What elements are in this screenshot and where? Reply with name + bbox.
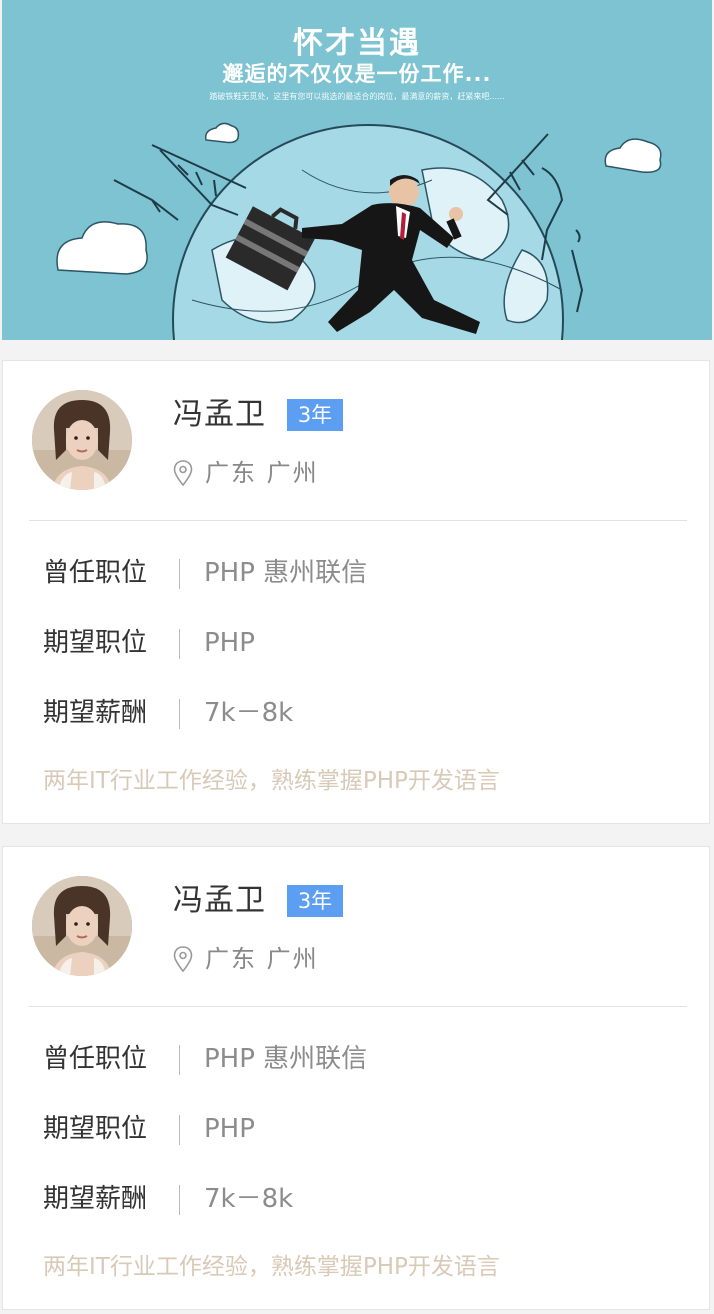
separator xyxy=(179,558,180,589)
card-divider xyxy=(29,520,687,521)
banner-tagline: 踏破铁鞋无觅处，这里有您可以挑选的最适合的岗位，最满意的薪资，赶紧来吧.....… xyxy=(209,92,505,101)
candidate-location: 广东 广州 xyxy=(205,459,319,487)
separator xyxy=(179,628,180,659)
info-row-expected-salary: 期望薪酬 7k－8k xyxy=(43,1179,293,1219)
candidate-card[interactable]: 冯孟卫 3年 广东 广州 曾任职位 PHP 惠州联信 期望职位 PHP 期望薪酬 7k… xyxy=(2,360,710,824)
info-label: 曾任职位 xyxy=(43,558,148,588)
info-value: PHP xyxy=(204,628,255,658)
info-row-previous-position: 曾任职位 PHP 惠州联信 xyxy=(43,553,367,593)
candidate-summary: 两年IT行业工作经验，熟练掌握PHP开发语言 xyxy=(43,1254,500,1280)
info-value: PHP 惠州联信 xyxy=(204,1044,368,1074)
banner-subtitle: 邂逅的不仅仅是一份工作... xyxy=(222,62,492,86)
separator xyxy=(179,1044,180,1075)
info-label: 期望薪酬 xyxy=(43,698,148,728)
info-label: 期望职位 xyxy=(43,1114,148,1144)
separator xyxy=(179,698,180,729)
info-row-expected-position: 期望职位 PHP xyxy=(43,1109,255,1149)
info-row-previous-position: 曾任职位 PHP 惠州联信 xyxy=(43,1039,367,1079)
info-row-expected-salary: 期望薪酬 7k－8k xyxy=(43,693,293,733)
separator xyxy=(179,1114,180,1145)
candidate-card[interactable]: 冯孟卫 3年 广东 广州 曾任职位 PHP 惠州联信 期望职位 PHP 期望薪酬 7k… xyxy=(2,846,710,1310)
banner-title: 怀才当遇 xyxy=(293,26,421,61)
separator xyxy=(179,1184,180,1215)
info-value: PHP 惠州联信 xyxy=(204,558,368,588)
location-pin-icon xyxy=(173,460,193,487)
experience-years-badge: 3年 xyxy=(287,885,343,917)
experience-years-badge: 3年 xyxy=(287,399,343,431)
info-row-expected-position: 期望职位 PHP xyxy=(43,623,255,663)
avatar-photo-icon xyxy=(32,390,132,490)
info-label: 期望薪酬 xyxy=(43,1184,148,1214)
candidate-name: 冯孟卫 xyxy=(173,397,266,432)
avatar-photo-icon xyxy=(32,876,132,976)
info-value: 7k－8k xyxy=(204,698,294,728)
info-label: 期望职位 xyxy=(43,628,148,658)
candidate-name: 冯孟卫 xyxy=(173,883,266,918)
location-pin-icon xyxy=(173,946,193,973)
avatar[interactable] xyxy=(32,876,132,976)
hero-banner[interactable]: 怀才当遇 邂逅的不仅仅是一份工作... 踏破铁鞋无觅处，这里有您可以挑选的最适合… xyxy=(2,0,712,340)
info-value: PHP xyxy=(204,1114,255,1144)
candidate-location: 广东 广州 xyxy=(205,945,319,973)
info-label: 曾任职位 xyxy=(43,1044,148,1074)
page: 怀才当遇 邂逅的不仅仅是一份工作... 踏破铁鞋无觅处，这里有您可以挑选的最适合… xyxy=(0,0,714,1314)
candidate-summary: 两年IT行业工作经验，熟练掌握PHP开发语言 xyxy=(43,768,500,794)
info-value: 7k－8k xyxy=(204,1184,294,1214)
avatar[interactable] xyxy=(32,390,132,490)
card-divider xyxy=(29,1006,687,1007)
